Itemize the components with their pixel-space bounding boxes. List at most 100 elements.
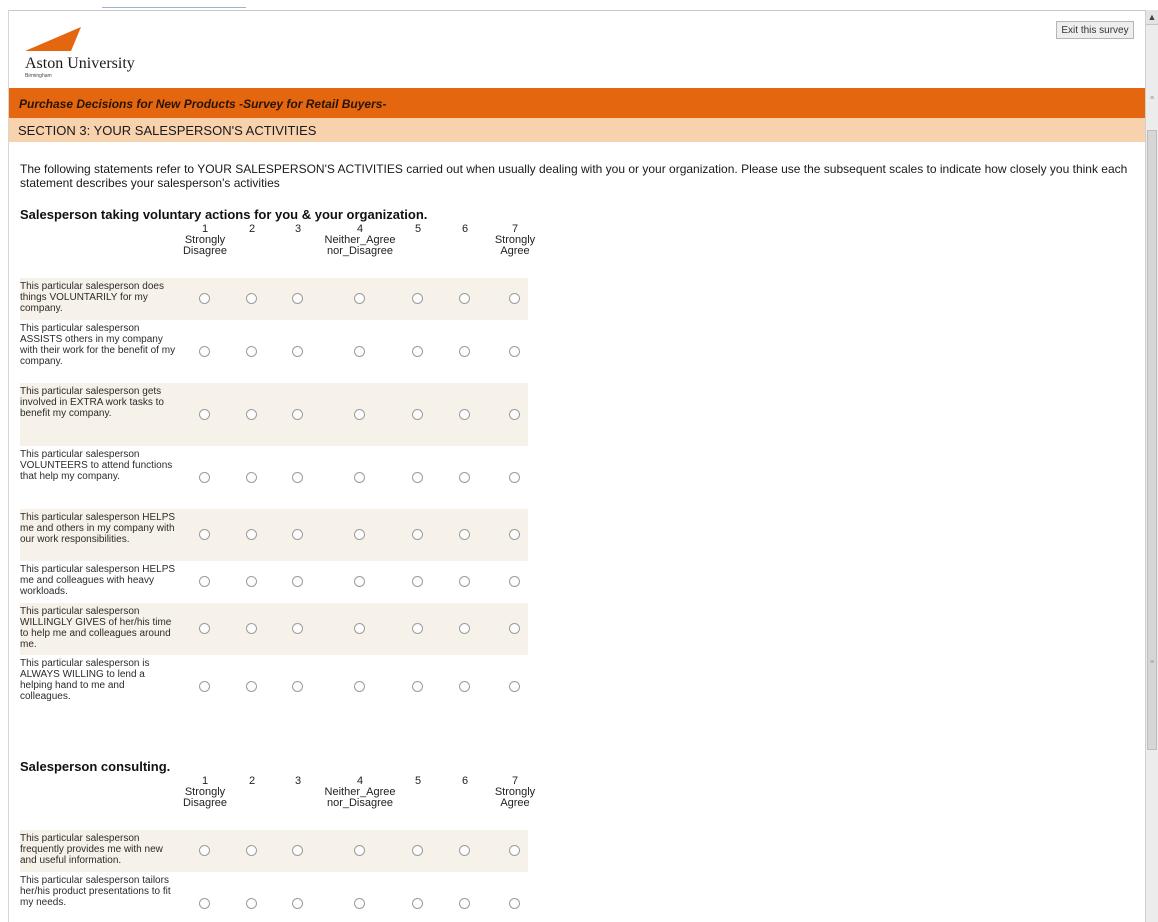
radio-option-2[interactable] [246, 409, 257, 420]
scale-column-6: 6 [455, 224, 475, 235]
radio-option-1[interactable] [199, 529, 210, 540]
radio-option-4[interactable] [354, 623, 365, 634]
radio-option-7[interactable] [509, 346, 520, 357]
radio-option-6[interactable] [459, 472, 470, 483]
radio-option-7[interactable] [509, 576, 520, 587]
radio-option-3[interactable] [292, 845, 303, 856]
radio-option-4[interactable] [354, 681, 365, 692]
radio-option-7[interactable] [509, 845, 520, 856]
radio-option-2[interactable] [246, 529, 257, 540]
radio-option-3[interactable] [292, 346, 303, 357]
statement-label: This particular salesperson is ALWAYS WI… [20, 658, 150, 702]
radio-option-2[interactable] [246, 898, 257, 909]
scale-column-7: 7 Strongly Agree [488, 776, 542, 809]
section-title: SECTION 3: YOUR SALESPERSON'S ACTIVITIES [18, 123, 317, 138]
radio-option-6[interactable] [459, 623, 470, 634]
radio-option-1[interactable] [199, 576, 210, 587]
radio-option-2[interactable] [246, 845, 257, 856]
radio-option-7[interactable] [509, 409, 520, 420]
question-2-matrix: 1 Strongly Disagree 2 3 4 Neither_Agree nor_D… [20, 776, 535, 922]
radio-option-5[interactable] [412, 845, 423, 856]
scale-number: 2 [248, 775, 256, 787]
radio-option-6[interactable] [459, 845, 470, 856]
statement-label: This particular salesperson frequently p… [20, 833, 163, 866]
radio-option-4[interactable] [354, 529, 365, 540]
radio-option-3[interactable] [292, 681, 303, 692]
radio-option-2[interactable] [246, 293, 257, 304]
scale-column-5: 5 [408, 224, 428, 235]
aston-logo-triangle-icon [25, 27, 81, 51]
scale-column-3: 3 [288, 776, 308, 787]
statement-label: This particular salesperson ASSISTS othe… [20, 323, 176, 367]
scale-label: Neither_Agree nor_Disagree [324, 234, 396, 257]
scrollbar-thumb[interactable] [1147, 130, 1157, 750]
radio-option-6[interactable] [459, 576, 470, 587]
radio-option-4[interactable] [354, 845, 365, 856]
scale-number: 3 [294, 775, 302, 787]
scroll-up-arrow-icon[interactable]: ▲ [1146, 10, 1158, 25]
scale-number: 6 [461, 775, 469, 787]
radio-option-4[interactable] [354, 472, 365, 483]
scale-column-5: 5 [408, 776, 428, 787]
radio-option-5[interactable] [412, 409, 423, 420]
statement-label: This particular salesperson VOLUNTEERS t… [20, 449, 173, 482]
radio-option-6[interactable] [459, 898, 470, 909]
radio-option-5[interactable] [412, 472, 423, 483]
radio-option-1[interactable] [199, 898, 210, 909]
survey-page: Aston University Birmingham Exit this su… [9, 11, 1145, 922]
exit-survey-button[interactable]: Exit this survey [1056, 21, 1134, 39]
radio-option-5[interactable] [412, 898, 423, 909]
radio-option-6[interactable] [459, 409, 470, 420]
radio-option-4[interactable] [354, 576, 365, 587]
radio-option-7[interactable] [509, 529, 520, 540]
radio-option-1[interactable] [199, 623, 210, 634]
radio-option-2[interactable] [246, 576, 257, 587]
radio-option-5[interactable] [412, 346, 423, 357]
radio-option-3[interactable] [292, 898, 303, 909]
radio-option-2[interactable] [246, 472, 257, 483]
scale-column-2: 2 [242, 776, 262, 787]
survey-title: Purchase Decisions for New Products -Sur… [19, 97, 387, 111]
radio-option-7[interactable] [509, 898, 520, 909]
radio-option-4[interactable] [354, 409, 365, 420]
radio-option-1[interactable] [199, 472, 210, 483]
radio-option-6[interactable] [459, 346, 470, 357]
scale-column-4: 4 Neither_Agree nor_Disagree [317, 224, 403, 257]
scale-label: Strongly Disagree [182, 234, 228, 257]
radio-option-5[interactable] [412, 681, 423, 692]
radio-option-3[interactable] [292, 623, 303, 634]
radio-option-3[interactable] [292, 529, 303, 540]
radio-option-5[interactable] [412, 529, 423, 540]
radio-option-1[interactable] [199, 681, 210, 692]
radio-option-7[interactable] [509, 293, 520, 304]
question-1-title: Salesperson taking voluntary actions for… [20, 207, 428, 222]
radio-option-7[interactable] [509, 623, 520, 634]
radio-option-6[interactable] [459, 293, 470, 304]
radio-option-5[interactable] [412, 623, 423, 634]
radio-option-1[interactable] [199, 409, 210, 420]
radio-option-2[interactable] [246, 681, 257, 692]
radio-option-4[interactable] [354, 293, 365, 304]
radio-option-7[interactable] [509, 681, 520, 692]
radio-option-2[interactable] [246, 623, 257, 634]
radio-option-3[interactable] [292, 576, 303, 587]
radio-option-5[interactable] [412, 293, 423, 304]
vertical-scrollbar[interactable]: ▲ ≡ ≡ [1145, 10, 1158, 922]
radio-option-4[interactable] [354, 346, 365, 357]
scale-column-6: 6 [455, 776, 475, 787]
radio-option-1[interactable] [199, 346, 210, 357]
radio-option-5[interactable] [412, 576, 423, 587]
radio-option-3[interactable] [292, 409, 303, 420]
radio-option-6[interactable] [459, 529, 470, 540]
section-header-bar: SECTION 3: YOUR SALESPERSON'S ACTIVITIES [9, 118, 1145, 142]
radio-option-3[interactable] [292, 472, 303, 483]
scale-header-row: 1 Strongly Disagree 2 3 4 Neither_Agree nor_D… [20, 224, 535, 278]
radio-option-6[interactable] [459, 681, 470, 692]
radio-option-7[interactable] [509, 472, 520, 483]
radio-option-1[interactable] [199, 845, 210, 856]
matrix-row: This particular salesperson VOLUNTEERS t… [20, 446, 528, 509]
radio-option-2[interactable] [246, 346, 257, 357]
radio-option-4[interactable] [354, 898, 365, 909]
radio-option-1[interactable] [199, 293, 210, 304]
radio-option-3[interactable] [292, 293, 303, 304]
